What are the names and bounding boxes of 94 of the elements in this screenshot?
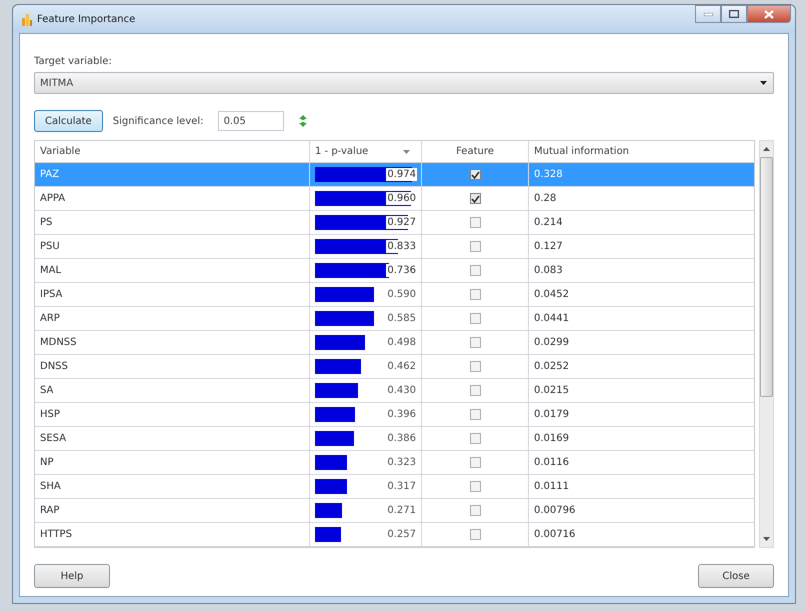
table-row[interactable]: HTTPS 0.257 0.00716 [35, 523, 754, 547]
table-cell-text: 0.0252 [533, 360, 570, 374]
table-cell: MAL [35, 259, 310, 282]
p-value-text: 0.960 [386, 192, 417, 205]
feature-checkbox[interactable] [470, 505, 480, 516]
minimize-icon [704, 12, 712, 16]
table-row[interactable]: MAL 0.736 0.083 [35, 259, 754, 283]
table-cell-text: 0.0116 [533, 456, 570, 470]
significance-level-label: Significance level: [112, 116, 204, 126]
table-cell: IPSA [35, 283, 310, 306]
table-cell: PSU [35, 235, 310, 258]
table-cell-text: 0.127 [533, 240, 564, 254]
table-cell: HSP [35, 403, 310, 426]
close-icon [764, 10, 774, 18]
table-cell-text: 0.0111 [533, 480, 570, 494]
feature-checkbox[interactable] [470, 481, 480, 492]
column-header[interactable]: Variable [35, 141, 310, 162]
table-row[interactable]: SA 0.430 0.0215 [35, 379, 754, 403]
table-cell: DNSS [35, 355, 310, 378]
scroll-up-icon[interactable] [763, 147, 770, 151]
table-row[interactable]: NP 0.323 0.0116 [35, 451, 754, 475]
feature-checkbox[interactable] [470, 457, 480, 468]
maximize-button[interactable] [721, 5, 747, 23]
significance-level-field[interactable]: 0.05 [218, 111, 284, 131]
feature-checkbox[interactable] [470, 529, 480, 540]
table-cell-text: 0.0452 [533, 288, 570, 302]
table-cell: PAZ [35, 163, 310, 186]
table-cell: ARP [35, 307, 310, 330]
table-row[interactable]: ARP 0.585 0.0441 [35, 307, 754, 331]
table-row[interactable]: MDNSS 0.498 0.0299 [35, 331, 754, 355]
table-cell-text: 0.0215 [533, 384, 570, 398]
table-cell-text: 0.0299 [533, 336, 570, 350]
table-cell-text: 0.0179 [533, 408, 570, 422]
p-value-text: 0.927 [386, 216, 417, 229]
feature-checkbox[interactable] [470, 385, 480, 396]
table-row[interactable]: DNSS 0.462 0.0252 [35, 355, 754, 379]
column-header[interactable]: Feature [422, 141, 529, 162]
table-cell-text: 0.083 [533, 264, 564, 278]
dropdown-arrow-icon [760, 81, 767, 85]
p-value-text: 0.833 [386, 240, 417, 253]
feature-checkbox[interactable] [470, 169, 480, 180]
table-cell-text: 0.214 [533, 216, 564, 230]
table-cell: MDNSS [35, 331, 310, 354]
feature-checkbox[interactable] [470, 241, 480, 252]
table-row[interactable]: RAP 0.271 0.00796 [35, 499, 754, 523]
target-variable-dropdown[interactable]: MITMA [34, 72, 774, 94]
app-icon [21, 12, 33, 26]
table-cell: NP [35, 451, 310, 474]
table-cell-text: 0.328 [533, 168, 564, 182]
close-button[interactable] [747, 5, 791, 23]
feature-checkbox[interactable] [470, 193, 480, 204]
scrollbar[interactable] [759, 140, 774, 548]
p-value-text: 0.974 [386, 168, 417, 181]
feature-checkbox[interactable] [470, 337, 480, 348]
table-cell: RAP [35, 499, 310, 522]
window-title: Feature Importance [37, 14, 136, 24]
table-row[interactable]: IPSA 0.590 0.0452 [35, 283, 754, 307]
feature-checkbox[interactable] [470, 409, 480, 420]
table-cell: SHA [35, 475, 310, 498]
table-cell-text: 0.0441 [533, 312, 570, 326]
table-cell-text: 0.00796 [533, 504, 576, 518]
scroll-down-icon[interactable] [763, 537, 770, 541]
scroll-thumb[interactable] [760, 157, 773, 397]
table-row[interactable]: SHA 0.317 0.0111 [35, 475, 754, 499]
table-cell: PS [35, 211, 310, 234]
table-row[interactable]: HSP 0.396 0.0179 [35, 403, 754, 427]
table-cell: APPA [35, 187, 310, 210]
close-button[interactable]: Close [698, 564, 774, 588]
feature-checkbox[interactable] [470, 433, 480, 444]
feature-checkbox[interactable] [470, 361, 480, 372]
feature-checkbox[interactable] [470, 313, 480, 324]
table-cell: HTTPS [35, 523, 310, 546]
maximize-icon [729, 10, 739, 18]
table-row[interactable]: APPA 0.960 0.28 [35, 187, 754, 211]
table-cell-text: 0.00716 [533, 528, 576, 542]
table-row[interactable]: PSU 0.833 0.127 [35, 235, 754, 259]
target-variable-label: Target variable: [34, 56, 113, 67]
table-cell-text: 0.28 [533, 192, 558, 206]
refresh-icon[interactable] [298, 115, 308, 127]
table-row[interactable]: PAZ 0.974 0.328 [35, 163, 754, 187]
table-row[interactable]: PS 0.927 0.214 [35, 211, 754, 235]
feature-checkbox[interactable] [470, 289, 480, 300]
header-label[interactable]: 1 - p-value [315, 146, 368, 157]
table-cell-text: 0.0169 [533, 432, 570, 446]
help-button[interactable]: Help [34, 564, 110, 588]
feature-checkbox[interactable] [470, 265, 480, 276]
p-value-text: 0.736 [386, 264, 417, 277]
table-row[interactable]: SESA 0.386 0.0169 [35, 427, 754, 451]
table-cell: SESA [35, 427, 310, 450]
sort-icon[interactable] [403, 150, 410, 154]
table-cell: SA [35, 379, 310, 402]
feature-checkbox[interactable] [470, 217, 480, 228]
calculate-button[interactable]: Calculate [34, 110, 103, 132]
column-header[interactable]: Mutual information [529, 141, 754, 162]
